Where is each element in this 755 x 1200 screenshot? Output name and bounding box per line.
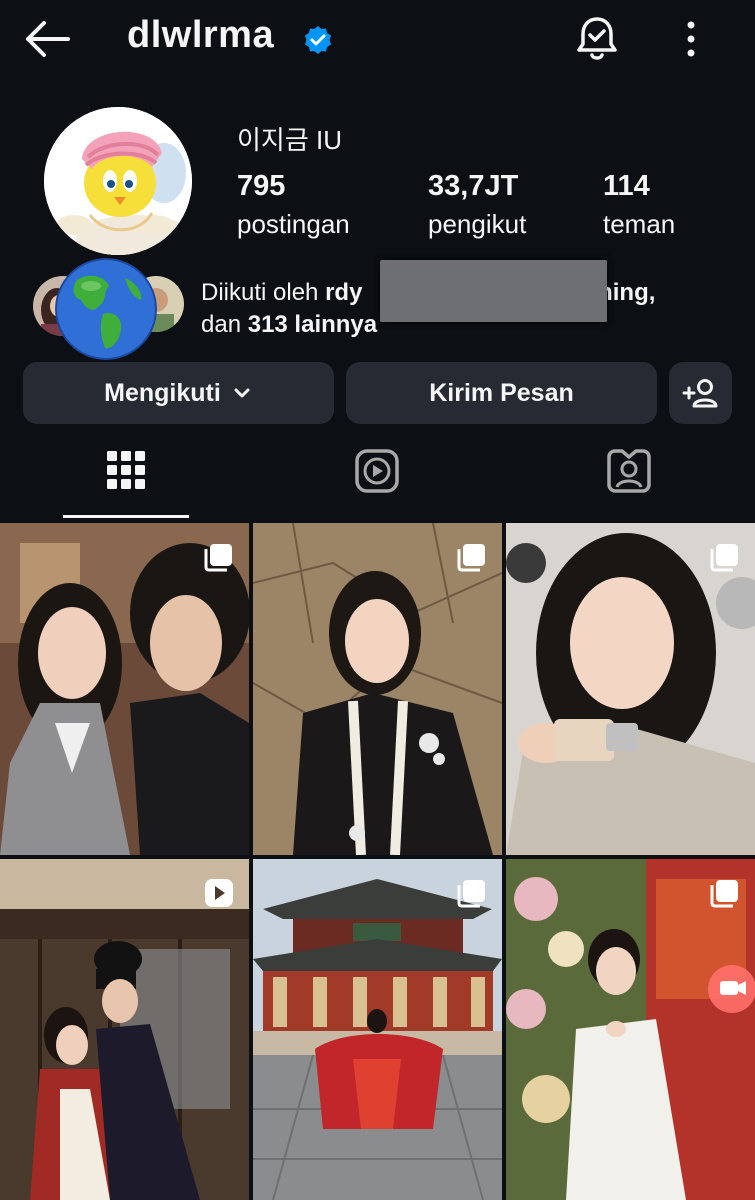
post-thumbnail[interactable]	[0, 859, 249, 1200]
active-tab-indicator	[63, 515, 189, 518]
friends-count[interactable]: 114	[603, 170, 650, 203]
followers-count[interactable]: 33,7JT	[428, 170, 518, 203]
profile-avatar[interactable]	[44, 107, 192, 255]
following-button[interactable]: Mengikuti	[23, 362, 334, 424]
chevron-down-icon	[234, 388, 250, 398]
add-user-button[interactable]	[669, 362, 732, 424]
more-options-icon[interactable]	[676, 18, 706, 60]
following-button-label: Mengikuti	[104, 378, 221, 407]
add-person-icon	[682, 379, 717, 408]
carousel-icon	[709, 877, 741, 909]
message-button-label: Kirim Pesan	[429, 378, 574, 407]
post-thumbnail[interactable]	[253, 523, 502, 855]
verified-badge-icon	[302, 24, 334, 56]
friends-label[interactable]: teman	[603, 209, 675, 240]
redaction-box	[380, 260, 607, 322]
posts-count[interactable]: 795	[237, 170, 285, 203]
followers-label[interactable]: pengikut	[428, 209, 526, 240]
message-button[interactable]: Kirim Pesan	[346, 362, 657, 424]
grid-tab-icon[interactable]	[102, 447, 150, 495]
post-thumbnail[interactable]	[506, 859, 755, 1200]
post-thumbnail[interactable]	[506, 523, 755, 855]
reel-icon	[203, 877, 235, 909]
reels-tab-icon[interactable]	[353, 447, 401, 495]
back-arrow-icon[interactable]	[22, 18, 72, 60]
carousel-icon	[709, 541, 741, 573]
notification-bell-icon[interactable]	[574, 14, 620, 62]
post-thumbnail[interactable]	[253, 859, 502, 1200]
carousel-icon	[456, 541, 488, 573]
tagged-tab-icon[interactable]	[605, 447, 653, 495]
carousel-icon	[203, 541, 235, 573]
carousel-icon	[456, 877, 488, 909]
profile-display-name: 이지금 IU	[237, 125, 342, 155]
posts-label[interactable]: postingan	[237, 209, 350, 240]
globe-avatar-icon[interactable]	[55, 258, 157, 360]
post-thumbnail[interactable]	[0, 523, 249, 855]
profile-username: dlwlrma	[127, 14, 275, 56]
